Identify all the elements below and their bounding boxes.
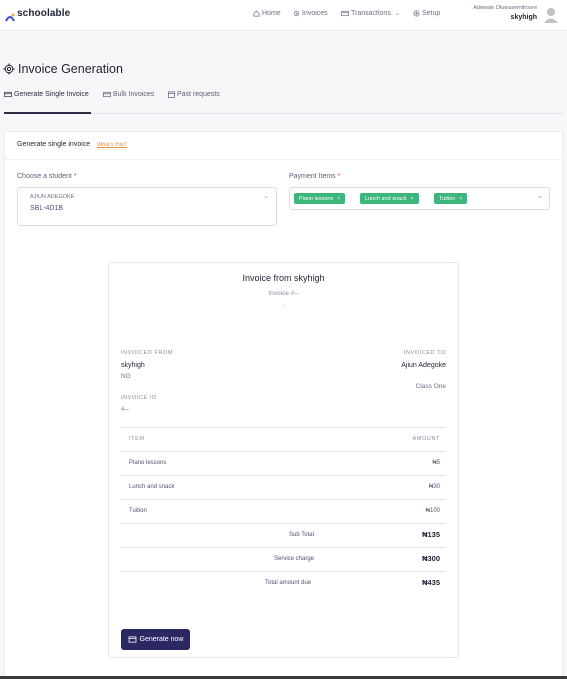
invoiced-from-label: INVOICED FROM	[121, 350, 174, 356]
student-label: Choose a student *	[17, 173, 77, 180]
invoiced-to-name: Ajiun Adegoke	[401, 362, 446, 369]
invoice-number: Invoice #--	[268, 290, 299, 297]
table-divider	[121, 451, 446, 452]
home-icon	[253, 10, 260, 17]
row-item: Lunch and snack	[129, 484, 175, 490]
table-divider	[121, 571, 446, 572]
total-due-value: ₦435	[422, 578, 440, 587]
card-icon	[4, 91, 12, 98]
required-marker: *	[73, 173, 77, 180]
required-marker: *	[337, 173, 341, 180]
chevron-down-icon: ⌄	[263, 193, 269, 200]
nav-transactions-label: Transactions	[351, 10, 391, 17]
generate-card: Generate single invoice What's this? Cho…	[4, 131, 563, 679]
top-navbar: schoolable Home Invoices Transactions ⌄ …	[0, 0, 567, 31]
settings-icon	[413, 10, 420, 17]
whats-this-link[interactable]: What's this?	[97, 142, 127, 148]
nav-setup[interactable]: Setup	[413, 10, 440, 17]
card-icon	[103, 91, 111, 98]
chip-label: Tuition	[439, 195, 456, 202]
invoice-id-value: #--	[121, 406, 129, 413]
remove-icon[interactable]: ×	[337, 196, 340, 202]
tab-bulk-invoices[interactable]: Bulk Invoices	[103, 91, 154, 98]
generate-now-button[interactable]: Generate now	[121, 629, 190, 650]
student-name: AJIUN ADEGOKE	[30, 194, 75, 200]
total-due-label: Total amount due	[265, 580, 312, 586]
logo-mark-icon	[5, 9, 15, 21]
tab-label: Bulk Invoices	[113, 91, 155, 98]
chip-label: Piano lessons	[299, 195, 334, 202]
nav-home-label: Home	[262, 10, 281, 17]
row-amount: ₦100	[425, 508, 440, 514]
page-title-text: Invoice Generation	[18, 62, 123, 76]
payment-item-chip[interactable]: Piano lessons ×	[294, 193, 346, 204]
tab-past-requests[interactable]: Past requests	[168, 91, 220, 98]
payment-item-chip[interactable]: Tuition ×	[434, 193, 468, 204]
generate-now-label: Generate now	[139, 636, 184, 643]
payment-items-select[interactable]: Piano lessons × Lunch and snack × Tuitio…	[289, 187, 550, 210]
avatar[interactable]	[543, 7, 559, 23]
gear-icon	[293, 10, 300, 17]
chevron-down-icon: ⌄	[537, 193, 543, 200]
service-charge-label: Service charge	[274, 556, 315, 562]
school-name: skyhigh	[510, 14, 537, 21]
column-header-amount: AMOUNT	[412, 436, 440, 442]
row-amount: ₦5	[432, 460, 440, 466]
invoiced-to-label: INVOICED TO	[403, 350, 446, 356]
subtotal-value: ₦135	[422, 530, 440, 539]
student-label-text: Choose a student	[17, 173, 72, 180]
table-divider	[121, 475, 446, 476]
row-item: Tuition	[129, 508, 147, 514]
tab-label: Past requests	[177, 91, 220, 98]
column-header-item: ITEM	[129, 436, 145, 442]
invoice-id-label: INVOICE ID	[121, 395, 157, 401]
nav-transactions[interactable]: Transactions ⌄	[341, 10, 400, 17]
row-amount: ₦30	[428, 484, 440, 490]
page-title: Invoice Generation	[3, 62, 123, 76]
nav-setup-label: Setup	[422, 10, 441, 17]
remove-icon[interactable]: ×	[411, 196, 414, 202]
invoice-title: Invoice from skyhigh	[242, 273, 325, 283]
invoice-preview: Invoice from skyhigh Invoice #-- - INVOI…	[108, 262, 459, 658]
logo[interactable]: schoolable	[5, 8, 71, 21]
card-title: Generate single invoice	[17, 141, 91, 148]
tab-label: Generate Single Invoice	[14, 91, 89, 98]
gear-icon	[3, 63, 15, 75]
table-divider	[121, 427, 446, 428]
user-avatar-icon	[544, 8, 558, 23]
invoiced-from-country: NG	[121, 373, 131, 380]
invoiced-to-class: Class One	[415, 383, 446, 390]
chevron-down-icon: ⌄	[394, 11, 400, 17]
chip-label: Lunch and snack	[365, 195, 407, 202]
nav-invoices[interactable]: Invoices	[293, 10, 328, 17]
nav-home[interactable]: Home	[253, 10, 281, 17]
invoice-date: -	[282, 303, 285, 309]
card-header: Generate single invoice What's this?	[5, 132, 562, 160]
user-name: Adewale Oluwasemilroore	[473, 5, 537, 11]
card-icon	[128, 636, 136, 643]
student-id: SBL-4D1B	[30, 205, 64, 212]
active-tab-indicator	[4, 112, 91, 114]
student-select[interactable]: AJIUN ADEGOKE SBL-4D1B ⌄	[17, 187, 277, 226]
subtotal-label: Sub Total	[289, 532, 314, 538]
row-item: Piano lessons	[129, 460, 167, 466]
payment-items-label-text: Payment Items	[289, 173, 336, 180]
invoiced-from-name: skyhigh	[121, 362, 145, 369]
payment-item-chip[interactable]: Lunch and snack ×	[360, 193, 419, 204]
table-divider	[121, 547, 446, 548]
card-icon	[341, 10, 349, 17]
tab-generate-single[interactable]: Generate Single Invoice	[4, 91, 89, 98]
service-charge-value: ₦300	[422, 554, 440, 563]
remove-icon[interactable]: ×	[459, 196, 462, 202]
payment-items-label: Payment Items *	[289, 173, 340, 180]
calendar-icon	[168, 91, 175, 98]
nav-invoices-label: Invoices	[302, 10, 328, 17]
user-menu[interactable]: Adewale Oluwasemilroore skyhigh	[473, 5, 537, 21]
table-divider	[121, 523, 446, 524]
logo-text: schoolable	[17, 8, 71, 19]
table-divider	[121, 499, 446, 500]
